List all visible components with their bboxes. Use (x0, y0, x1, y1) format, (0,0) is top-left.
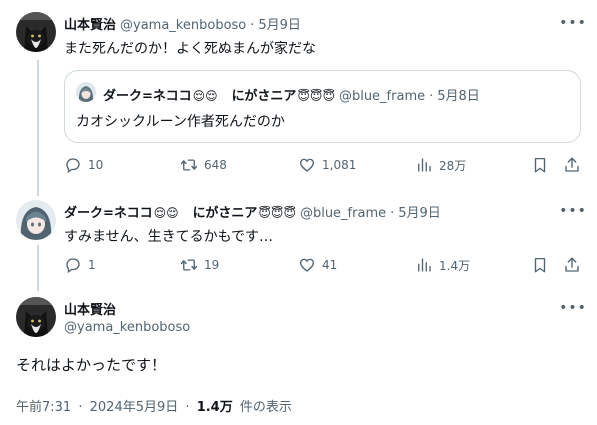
author-name[interactable]: ダーク=ネココ (64, 202, 153, 221)
author-name-2[interactable]: にがさニア (193, 202, 258, 221)
reply-icon (66, 258, 80, 274)
tweet-full-date[interactable]: 2024年5月9日 (90, 400, 179, 415)
author-name[interactable]: 山本賢治 (64, 14, 116, 33)
more-icon[interactable]: ••• (559, 201, 586, 221)
quoted-author-name: ダーク=ネココ (103, 89, 192, 104)
bookmark-icon (534, 257, 546, 273)
like-button[interactable]: 41 (298, 256, 337, 274)
tweet-time[interactable]: 午前7:31 (16, 400, 71, 415)
like-button[interactable]: 1,081 (298, 156, 356, 174)
halo-face-emoji: 😇😇😇 (258, 206, 296, 220)
share-icon (565, 157, 579, 172)
views-count: 28万 (439, 158, 467, 173)
thread-line (37, 60, 39, 196)
tweet-text: すみません、生きてるかもです… (64, 229, 274, 245)
reply-count: 10 (88, 158, 104, 172)
views-icon (418, 258, 431, 272)
relieved-face-emoji: 😌😌 (153, 206, 179, 220)
avatar-yama[interactable] (16, 12, 56, 52)
tweet-meta: 午前7:31 · 2024年5月9日 · 1.4万 件の表示 (16, 396, 292, 415)
avatar-neko[interactable] (16, 200, 56, 240)
author-name[interactable]: 山本賢治 (64, 299, 116, 318)
share-button[interactable] (563, 156, 581, 174)
views-button[interactable]: 1.4万 (415, 256, 470, 274)
retweet-icon (180, 159, 198, 171)
quoted-tweet[interactable]: ダーク=ネココ 😌😌 にがさニア 😇😇😇 @blue_frame · 5月8日 … (64, 70, 581, 143)
bookmark-button[interactable] (531, 156, 549, 174)
avatar-yama[interactable] (16, 297, 56, 337)
more-icon[interactable]: ••• (559, 13, 586, 33)
tweet-text: また死んだのか！よく死ぬまんが家だな (64, 41, 316, 57)
separator-dot: · (429, 89, 434, 104)
views-total[interactable]: 1.4万 (197, 400, 233, 415)
like-icon (299, 258, 315, 272)
separator-dot: · (390, 206, 395, 221)
retweet-button[interactable]: 19 (180, 256, 219, 274)
bookmark-button[interactable] (531, 256, 549, 274)
avatar-neko (76, 82, 96, 102)
reply-button[interactable]: 1 (64, 256, 96, 274)
quoted-tweet-text: カオシックルーン作者死んだのか (76, 114, 285, 130)
views-button[interactable]: 28万 (415, 156, 466, 174)
author-handle[interactable]: @yama_kenboboso (64, 320, 190, 335)
like-count: 1,081 (322, 158, 357, 172)
retweet-icon (180, 259, 198, 271)
relieved-face-emoji: 😌😌 (192, 89, 218, 103)
retweet-count: 648 (204, 158, 227, 172)
views-icon (418, 158, 431, 172)
reply-button[interactable]: 10 (64, 156, 103, 174)
thread-line (37, 245, 39, 291)
like-icon (299, 158, 315, 172)
bookmark-icon (534, 157, 546, 173)
reply-icon (66, 158, 80, 174)
halo-face-emoji: 😇😇😇 (297, 89, 335, 103)
tweet-date[interactable]: 5月9日 (258, 14, 301, 33)
tweet-actions: 10 648 1,081 28万 (64, 156, 581, 178)
retweet-count: 19 (204, 258, 220, 272)
separator-dot: · (250, 18, 255, 33)
tweet-date[interactable]: 5月9日 (398, 202, 441, 221)
quoted-author-name-2: にがさニア (231, 89, 297, 104)
tweet-actions: 1 19 41 1.4万 (64, 256, 581, 278)
views-label: 件の表示 (239, 400, 292, 415)
like-count: 41 (322, 258, 338, 272)
views-count: 1.4万 (439, 258, 471, 273)
more-icon[interactable]: ••• (559, 298, 586, 318)
quoted-tweet-date: 5月8日 (437, 89, 480, 104)
separator-dot: · (185, 400, 190, 415)
separator-dot: · (78, 400, 83, 415)
tweet-text: それはよかったです！ (16, 356, 167, 374)
reply-count: 1 (88, 258, 96, 272)
share-icon (565, 257, 579, 272)
share-button[interactable] (563, 256, 581, 274)
quoted-author-handle: @blue_frame (338, 89, 426, 104)
retweet-button[interactable]: 648 (180, 156, 227, 174)
author-handle[interactable]: @blue_frame (300, 206, 386, 221)
author-handle[interactable]: @yama_kenboboso (120, 18, 246, 33)
